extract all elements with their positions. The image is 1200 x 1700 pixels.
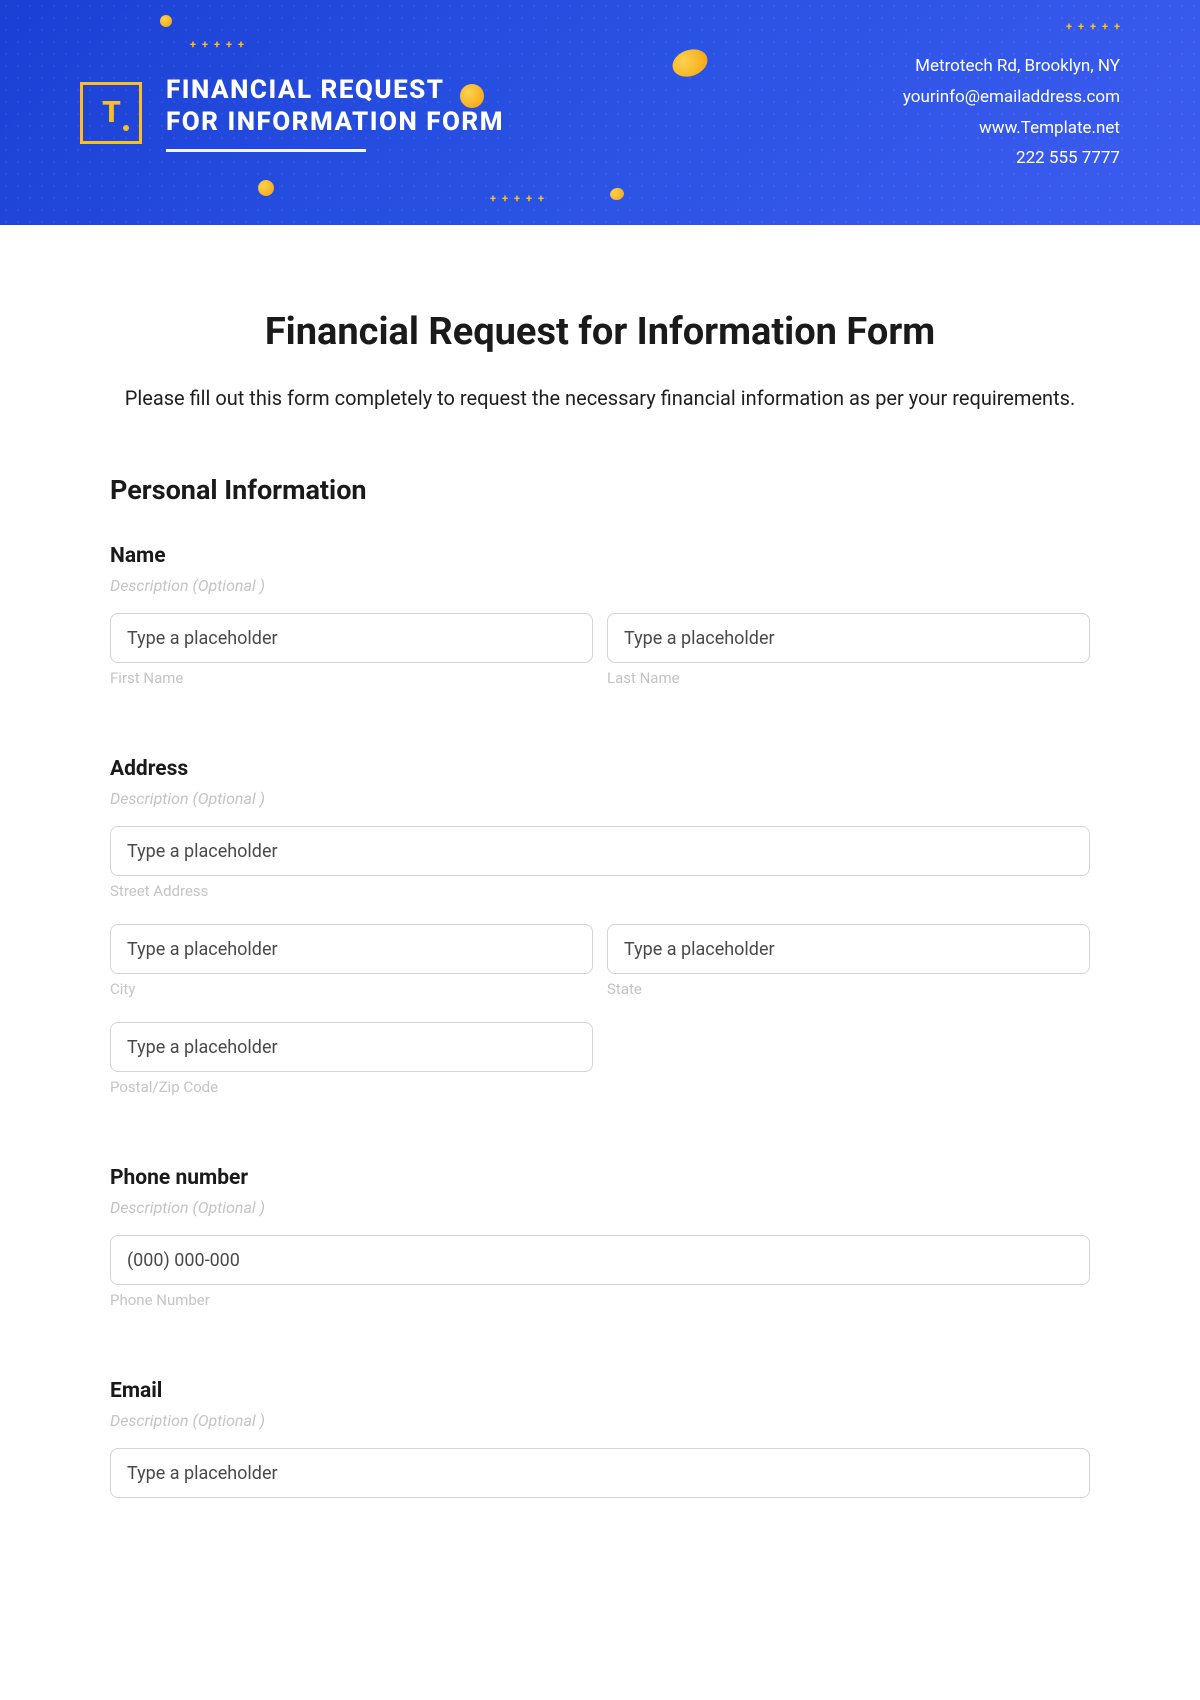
contact-address: Metrotech Rd, Brooklyn, NY — [903, 51, 1120, 82]
street-address-sublabel: Street Address — [110, 882, 1090, 900]
address-desc: Description (Optional ) — [110, 789, 1090, 808]
banner-title-line2: FOR INFORMATION FORM — [166, 106, 504, 139]
banner-contact-info: Metrotech Rd, Brooklyn, NY yourinfo@emai… — [903, 51, 1120, 173]
decoration-plus-row: +++++ — [1066, 20, 1120, 33]
decoration-plus-row: +++++ — [490, 192, 544, 205]
logo-letter: T — [102, 95, 120, 130]
page-intro: Please fill out this form completely to … — [110, 382, 1090, 414]
last-name-input[interactable] — [607, 613, 1090, 663]
first-name-sublabel: First Name — [110, 669, 593, 687]
field-group-phone: Phone number Description (Optional ) Pho… — [110, 1166, 1090, 1327]
header-banner: +++++ +++++ +++++ T FINANCIAL REQUEST FO… — [0, 0, 1200, 225]
field-group-name: Name Description (Optional ) First Name … — [110, 544, 1090, 705]
contact-phone: 222 555 7777 — [903, 143, 1120, 174]
city-input[interactable] — [110, 924, 593, 974]
city-sublabel: City — [110, 980, 593, 998]
state-input[interactable] — [607, 924, 1090, 974]
email-input[interactable] — [110, 1448, 1090, 1498]
field-group-address: Address Description (Optional ) Street A… — [110, 757, 1090, 1114]
state-sublabel: State — [607, 980, 1090, 998]
field-group-email: Email Description (Optional ) — [110, 1379, 1090, 1498]
banner-underline — [166, 149, 366, 152]
email-label: Email — [110, 1379, 1090, 1403]
phone-label: Phone number — [110, 1166, 1090, 1190]
page-title: Financial Request for Information Form — [110, 310, 1090, 354]
street-address-input[interactable] — [110, 826, 1090, 876]
coin-icon — [258, 180, 274, 196]
decoration-plus-row: +++++ — [190, 38, 244, 51]
phone-sublabel: Phone Number — [110, 1291, 1090, 1309]
phone-desc: Description (Optional ) — [110, 1198, 1090, 1217]
banner-title-line1: FINANCIAL REQUEST — [166, 74, 504, 107]
coin-icon — [609, 186, 626, 201]
zip-sublabel: Postal/Zip Code — [110, 1078, 593, 1096]
email-desc: Description (Optional ) — [110, 1411, 1090, 1430]
main-content: Financial Request for Information Form P… — [0, 225, 1200, 1590]
address-label: Address — [110, 757, 1090, 781]
zip-input[interactable] — [110, 1022, 593, 1072]
contact-web: www.Template.net — [903, 113, 1120, 144]
logo-dot-icon — [123, 125, 129, 131]
coin-icon — [160, 15, 172, 27]
coin-icon — [669, 45, 712, 82]
name-desc: Description (Optional ) — [110, 576, 1090, 595]
phone-input[interactable] — [110, 1235, 1090, 1285]
contact-email: yourinfo@emailaddress.com — [903, 82, 1120, 113]
banner-title-block: FINANCIAL REQUEST FOR INFORMATION FORM — [166, 74, 504, 152]
first-name-input[interactable] — [110, 613, 593, 663]
section-personal-heading: Personal Information — [110, 474, 1090, 506]
name-label: Name — [110, 544, 1090, 568]
last-name-sublabel: Last Name — [607, 669, 1090, 687]
logo: T — [80, 82, 142, 144]
